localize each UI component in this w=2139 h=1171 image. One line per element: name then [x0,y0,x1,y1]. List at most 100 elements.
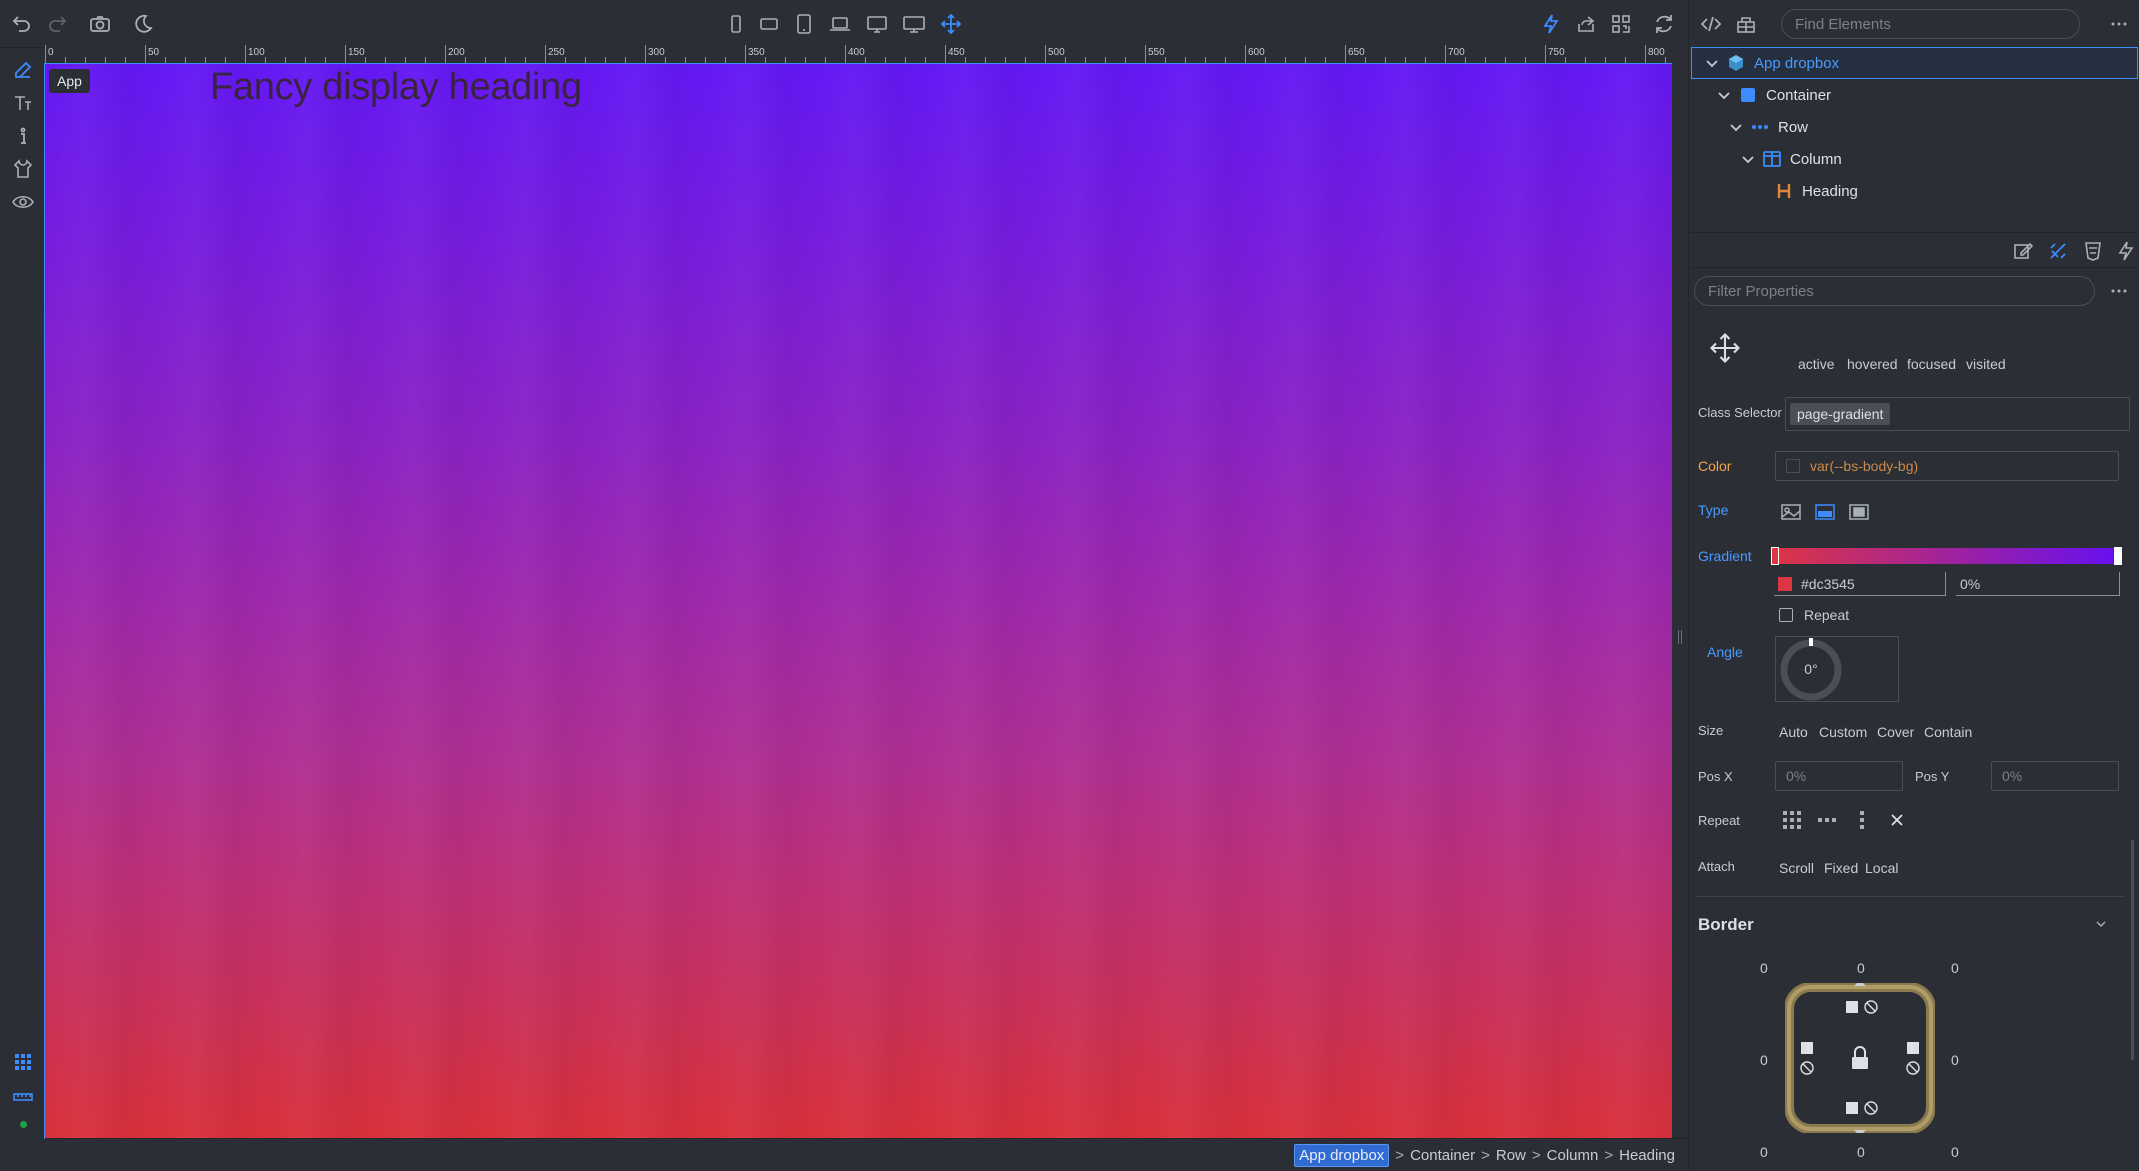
border-bottom-right-radius[interactable]: 0 [1951,1144,1959,1160]
border-top-left-radius[interactable]: 0 [1760,960,1768,976]
canvas-heading[interactable]: Fancy display heading [210,66,582,109]
size-cover[interactable]: Cover [1877,724,1914,740]
gradient-type-icon[interactable] [1813,500,1837,524]
border-bottom-width[interactable]: 0 [1857,1144,1865,1160]
camera-icon[interactable] [88,12,112,36]
class-selector-field[interactable]: page-gradient [1785,397,2130,431]
size-contain[interactable]: Contain [1924,724,1972,740]
eye-icon[interactable] [11,190,35,214]
size-auto[interactable]: Auto [1779,724,1808,740]
more-icon[interactable] [2107,12,2131,36]
code-icon[interactable] [1699,12,1723,36]
typography-icon[interactable] [11,91,35,115]
pos-x-label: Pos X [1698,769,1733,784]
panel-splitter[interactable] [1672,45,1688,1138]
tree-item-column[interactable]: Column [1692,144,2137,174]
tree-item-row[interactable]: Row [1692,112,2137,142]
lightning-icon[interactable] [1539,12,1563,36]
border-section-title[interactable]: Border [1698,915,1754,935]
gradient-stop-position-field[interactable]: 0% [1956,572,2120,596]
filter-properties-input[interactable] [1694,276,2095,306]
border-top-width[interactable]: 0 [1857,960,1865,976]
divider [1696,896,2124,897]
chevron-down-icon[interactable] [1704,55,1720,71]
image-type-icon[interactable] [1779,500,1803,524]
gradient-stop-end[interactable] [2114,547,2122,565]
gradient-stop-swatch[interactable] [1778,576,1792,591]
edit-tab-icon[interactable] [2011,239,2035,263]
undo-icon[interactable] [10,12,34,36]
breadcrumb-item[interactable]: Container [1410,1147,1475,1164]
redo-icon[interactable] [45,12,69,36]
attach-fixed[interactable]: Fixed [1824,860,1858,876]
ruler-label: 300 [648,47,665,58]
breadcrumb-item[interactable]: App dropbox [1294,1143,1390,1167]
repeat-both-icon[interactable] [1781,809,1803,831]
find-elements-input[interactable] [1781,9,2080,39]
breadcrumb-item[interactable]: Column [1547,1147,1599,1164]
info-icon[interactable] [11,124,35,148]
gradient-stop-start[interactable] [1771,547,1779,565]
no-repeat-icon[interactable] [1886,809,1908,831]
color-swatch[interactable] [1786,459,1800,473]
ruler-icon[interactable] [11,1085,35,1109]
desktop-icon[interactable] [865,12,889,36]
more-icon[interactable] [2107,279,2131,303]
design-canvas[interactable]: App Fancy display heading [44,63,1673,1139]
chevron-down-icon[interactable] [2093,916,2109,932]
tree-item-heading[interactable]: Heading [1692,176,2137,206]
chevron-down-icon[interactable] [1728,119,1744,135]
state-active[interactable]: active [1798,356,1835,372]
grid-icon[interactable] [11,1050,35,1074]
repeat-x-icon[interactable] [1816,809,1838,831]
breadcrumb-item[interactable]: Heading [1619,1147,1675,1164]
state-visited[interactable]: visited [1966,356,2006,372]
edit-icon[interactable] [11,58,35,82]
pos-x-field[interactable]: 0% [1775,761,1903,791]
style-tab-icon[interactable] [2046,239,2070,263]
refresh-icon[interactable] [1652,12,1676,36]
shirt-icon[interactable] [11,157,35,181]
events-tab-icon[interactable] [2114,239,2138,263]
attach-local[interactable]: Local [1865,860,1898,876]
gradient-stop-color-field[interactable]: #dc3545 [1774,572,1946,596]
tree-item-container[interactable]: Container [1692,80,2137,110]
border-left-width[interactable]: 0 [1760,1052,1768,1068]
chevron-down-icon[interactable] [1740,151,1756,167]
breadcrumb-item[interactable]: Row [1496,1147,1526,1164]
phone-landscape-icon[interactable] [757,12,781,36]
qr-icon[interactable] [1609,12,1633,36]
moon-icon[interactable] [131,12,155,36]
laptop-icon[interactable] [828,12,852,36]
type-label: Type [1698,502,1729,518]
css-tab-icon[interactable] [2081,239,2105,263]
angle-control[interactable]: 0° [1775,636,1899,702]
class-chip[interactable]: page-gradient [1790,403,1891,425]
repeat-checkbox[interactable] [1779,608,1793,622]
state-hovered[interactable]: hovered [1847,356,1898,372]
chevron-down-icon[interactable] [1716,87,1732,103]
repeat-y-icon[interactable] [1851,809,1873,831]
tree-item-app[interactable]: App dropbox [1691,47,2138,79]
border-editor[interactable] [1785,983,1935,1133]
overlay-type-icon[interactable] [1847,500,1871,524]
tablet-icon[interactable] [792,12,816,36]
attach-scroll[interactable]: Scroll [1779,860,1814,876]
color-field[interactable]: var(--bs-body-bg) [1775,451,2119,481]
phone-portrait-icon[interactable] [724,12,748,36]
app-tag: App [49,69,90,93]
move-handle-icon[interactable] [1707,330,1743,366]
size-custom[interactable]: Custom [1819,724,1867,740]
monitor-icon[interactable] [902,12,926,36]
ruler-label: 800 [1648,47,1665,58]
border-top-right-radius[interactable]: 0 [1951,960,1959,976]
move-icon[interactable] [939,12,963,36]
border-bottom-left-radius[interactable]: 0 [1760,1144,1768,1160]
state-focused[interactable]: focused [1907,356,1956,372]
gradient-bar[interactable] [1771,547,2122,565]
border-right-width[interactable]: 0 [1951,1052,1959,1068]
panel-scrollbar[interactable] [2131,840,2134,1060]
pos-y-field[interactable]: 0% [1991,761,2119,791]
share-icon[interactable] [1574,12,1598,36]
components-icon[interactable] [1734,12,1758,36]
